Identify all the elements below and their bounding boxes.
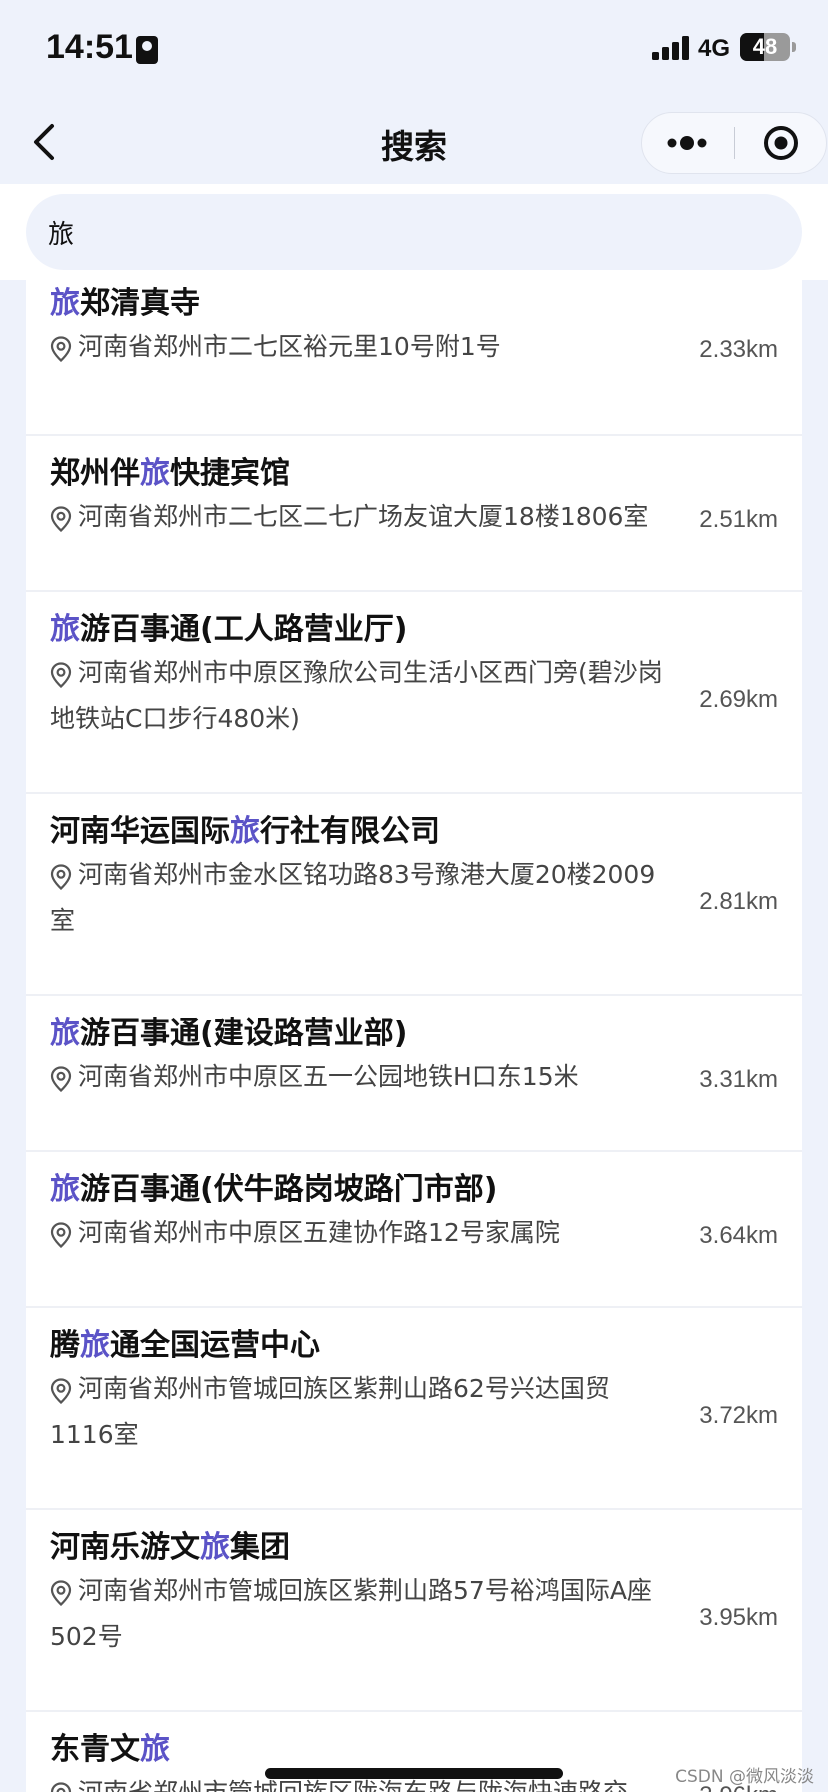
status-bar: 14:51 4G 48 xyxy=(0,0,828,100)
result-title-suffix: 通全国运营中心 xyxy=(110,1328,320,1363)
result-distance: 3.64km xyxy=(699,1222,778,1249)
result-distance: 3.31km xyxy=(699,1066,778,1093)
result-address-text: 河南省郑州市管城回族区陇海东路与陇海快速路交 xyxy=(78,1778,628,1792)
result-title-prefix: 郑州伴 xyxy=(50,456,140,491)
result-distance: 2.69km xyxy=(699,686,778,713)
result-title-highlight: 旅 xyxy=(140,1732,170,1767)
pin-spacer xyxy=(50,1598,78,1599)
result-title: 河南华运国际旅行社有限公司 xyxy=(50,806,440,850)
result-item[interactable]: 旅游百事通(工人路营业厅) 河南省郑州市中原区豫欣公司生活小区西门旁(碧沙岗地铁站… xyxy=(26,592,802,794)
result-distance: 3.95km xyxy=(699,1604,778,1631)
result-distance: 3.72km xyxy=(699,1402,778,1429)
result-title-suffix: 游百事通(工人路营业厅) xyxy=(80,612,408,647)
result-title-highlight: 旅 xyxy=(80,1328,110,1363)
nav-bar: 搜索 xyxy=(0,100,828,184)
pin-spacer xyxy=(50,354,78,355)
result-address-text: 河南省郑州市金水区铭功路83号豫港大厦20楼2009室 xyxy=(50,860,656,935)
close-miniapp-button[interactable] xyxy=(736,113,826,173)
result-title-highlight: 旅 xyxy=(200,1530,230,1565)
result-title: 河南乐游文旅集团 xyxy=(50,1522,290,1566)
more-dots-icon xyxy=(667,136,707,150)
miniapp-capsule xyxy=(641,112,827,174)
result-address: 河南省郑州市二七区二七广场友谊大厦18楼1806室 xyxy=(50,494,666,540)
id-card-icon xyxy=(136,36,158,64)
result-address: 河南省郑州市中原区五建协作路12号家属院 xyxy=(50,1210,666,1256)
result-title: 旅游百事通(工人路营业厅) xyxy=(50,604,407,648)
result-address-text: 河南省郑州市管城回族区紫荆山路57号裕鸿国际A座502号 xyxy=(50,1576,652,1651)
result-title-suffix: 快捷宾馆 xyxy=(170,456,290,491)
result-item[interactable]: 旅游百事通(伏牛路岗坡路门市部) 河南省郑州市中原区五建协作路12号家属院 3.64… xyxy=(26,1152,802,1308)
battery-percent: 48 xyxy=(752,34,778,59)
signal-icon xyxy=(652,36,689,60)
result-title: 郑州伴旅快捷宾馆 xyxy=(50,448,290,492)
result-title-suffix: 游百事通(建设路营业部) xyxy=(80,1016,408,1051)
result-address: 河南省郑州市金水区铭功路83号豫港大厦20楼2009室 xyxy=(50,852,666,944)
home-indicator xyxy=(265,1768,563,1779)
pin-spacer xyxy=(50,524,78,525)
result-title-highlight: 旅 xyxy=(230,814,260,849)
pin-spacer xyxy=(50,882,78,883)
result-title-prefix: 河南华运国际 xyxy=(50,814,230,849)
result-address-text: 河南省郑州市二七区裕元里10号附1号 xyxy=(78,332,501,361)
result-title-prefix: 河南乐游文 xyxy=(50,1530,200,1565)
result-item[interactable]: 郑州伴旅快捷宾馆河南省郑州市二七区二七广场友谊大厦18楼1806室 2.51km xyxy=(26,436,802,592)
result-address: 河南省郑州市二七区裕元里10号附1号 xyxy=(50,324,666,370)
result-title-suffix: 游百事通(伏牛路岗坡路门市部) xyxy=(80,1172,498,1207)
result-title-prefix: 腾 xyxy=(50,1328,80,1363)
pin-spacer xyxy=(50,1084,78,1085)
result-title-highlight: 旅 xyxy=(50,1016,80,1051)
more-button[interactable] xyxy=(642,113,732,173)
result-title: 腾旅通全国运营中心 xyxy=(50,1320,320,1364)
result-title: 旅游百事通(伏牛路岗坡路门市部) xyxy=(50,1164,497,1208)
search-bar xyxy=(0,184,828,280)
capsule-divider xyxy=(734,127,735,159)
pin-spacer xyxy=(50,680,78,681)
result-address-text: 河南省郑州市中原区五建协作路12号家属院 xyxy=(78,1218,560,1247)
status-time: 14:51 xyxy=(46,28,133,66)
result-address-text: 河南省郑州市管城回族区紫荆山路62号兴达国贸1116室 xyxy=(50,1374,610,1449)
result-distance: 2.33km xyxy=(699,336,778,363)
result-address: 河南省郑州市中原区五一公园地铁H口东15米 xyxy=(50,1054,666,1100)
result-address: 河南省郑州市管城回族区紫荆山路57号裕鸿国际A座502号 xyxy=(50,1568,666,1660)
battery-tip xyxy=(792,42,796,52)
result-item[interactable]: 河南华运国际旅行社有限公司河南省郑州市金水区铭功路83号豫港大厦20楼2009室… xyxy=(26,794,802,996)
search-page: 14:51 4G 48 搜索 旅 旅郑清真寺 河南省郑州市二七区裕元里10号附1… xyxy=(0,0,828,1792)
result-item[interactable]: 旅游百事通(建设路营业部) 河南省郑州市中原区五一公园地铁H口东15米 3.31km xyxy=(26,996,802,1152)
result-title-suffix: 集团 xyxy=(230,1530,290,1565)
result-item[interactable]: 旅郑清真寺河南省郑州市二七区裕元里10号附1号 2.33km xyxy=(26,280,802,436)
result-title-prefix: 东青文 xyxy=(50,1732,140,1767)
result-title-highlight: 旅 xyxy=(50,286,80,321)
watermark: CSDN @微风淡淡 xyxy=(675,1767,814,1787)
result-address: 河南省郑州市中原区豫欣公司生活小区西门旁(碧沙岗地铁站C口步行480米) xyxy=(50,650,666,742)
result-distance: 2.81km xyxy=(699,888,778,915)
result-address-text: 河南省郑州市中原区豫欣公司生活小区西门旁(碧沙岗地铁站C口步行480米) xyxy=(50,658,663,733)
result-title: 旅郑清真寺 xyxy=(50,278,200,322)
network-type-label: 4G xyxy=(698,35,731,62)
search-input[interactable] xyxy=(26,194,802,270)
result-title: 东青文旅 xyxy=(50,1724,170,1768)
result-title-highlight: 旅 xyxy=(50,612,80,647)
result-item[interactable]: 腾旅通全国运营中心河南省郑州市管城回族区紫荆山路62号兴达国贸1116室 3.72… xyxy=(26,1308,802,1510)
result-address-text: 河南省郑州市二七区二七广场友谊大厦18楼1806室 xyxy=(78,502,649,531)
result-title-highlight: 旅 xyxy=(50,1172,80,1207)
result-title: 旅游百事通(建设路营业部) xyxy=(50,1008,407,1052)
pin-spacer xyxy=(50,1240,78,1241)
result-list: 旅郑清真寺 河南省郑州市二七区裕元里10号附1号 2.33km 郑州伴旅快捷宾馆 河南省… xyxy=(26,280,802,1792)
result-title-highlight: 旅 xyxy=(140,456,170,491)
pin-spacer xyxy=(50,1396,78,1397)
result-title-suffix: 行社有限公司 xyxy=(260,814,440,849)
result-address: 河南省郑州市管城回族区紫荆山路62号兴达国贸1116室 xyxy=(50,1366,666,1458)
result-item[interactable]: 河南乐游文旅集团河南省郑州市管城回族区紫荆山路57号裕鸿国际A座502号 3.95… xyxy=(26,1510,802,1712)
target-close-icon xyxy=(764,126,798,160)
result-distance: 2.51km xyxy=(699,506,778,533)
result-address-text: 河南省郑州市中原区五一公园地铁H口东15米 xyxy=(78,1062,579,1091)
result-title-suffix: 郑清真寺 xyxy=(80,286,200,321)
battery-icon: 48 xyxy=(740,33,790,61)
